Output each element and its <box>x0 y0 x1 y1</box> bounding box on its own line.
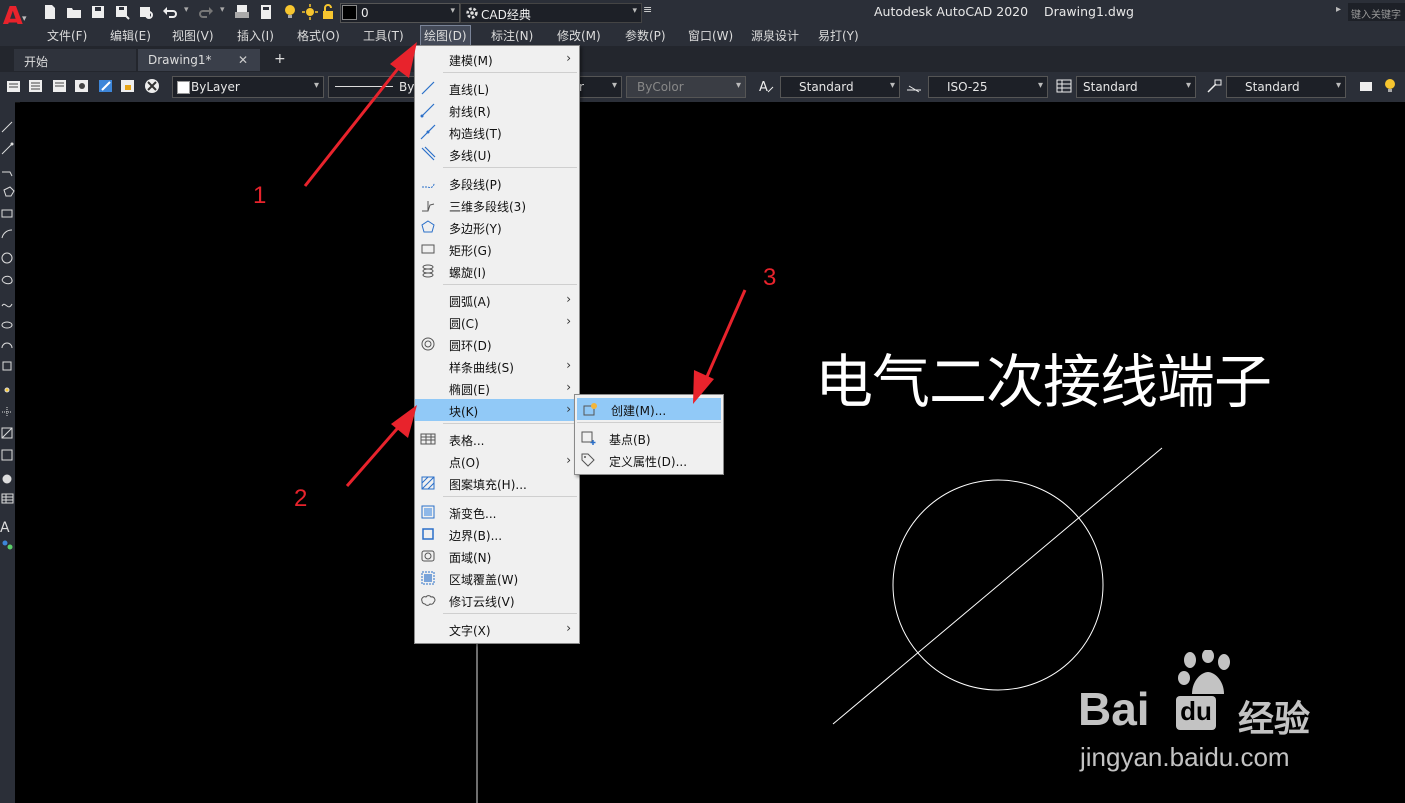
arrow-2 <box>345 421 405 487</box>
annotation-number-3: 3 <box>763 264 777 291</box>
annotation-number-2: 2 <box>294 485 308 512</box>
watermark-brand-tail: 经验 <box>1238 699 1311 740</box>
arrow-3-head <box>693 370 714 404</box>
annotation-number-1: 1 <box>253 182 267 209</box>
arrow-3 <box>700 289 747 389</box>
watermark-du: du <box>1176 696 1216 730</box>
paw-logo-icon <box>1178 650 1230 694</box>
arrow-1 <box>303 65 402 187</box>
watermark-brand: Bai <box>1078 683 1150 735</box>
watermark-url: jingyan.baidu.com <box>1080 742 1290 772</box>
baidu-jingyan-watermark: Bai du 经验 jingyan.baidu.com <box>1078 650 1338 776</box>
